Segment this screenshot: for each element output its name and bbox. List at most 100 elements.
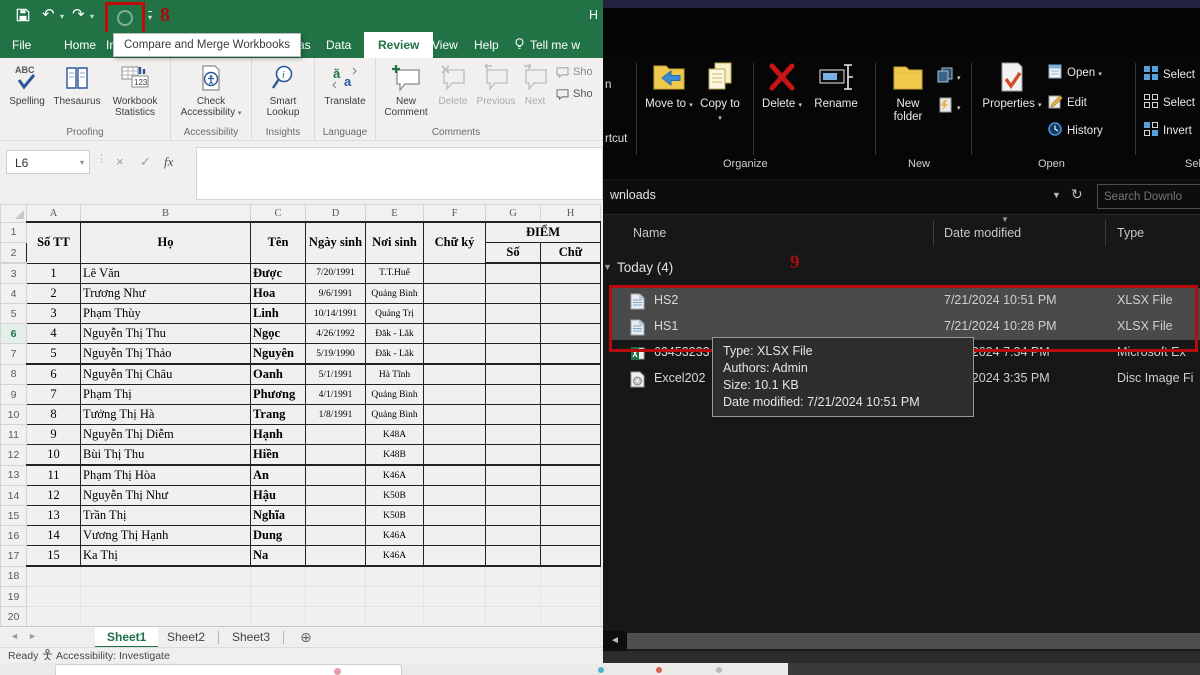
select-none-button[interactable]: Select — [1143, 93, 1195, 111]
new-item-button[interactable]: ▾ — [937, 97, 961, 117]
sheet-cell[interactable] — [486, 566, 541, 587]
tab-sheet2[interactable]: Sheet2 — [155, 627, 217, 648]
sheet-cell[interactable]: Nguyễn Thị Thảo — [81, 344, 251, 365]
select-all-button[interactable]: Select — [1143, 65, 1195, 83]
column-divider[interactable] — [1105, 220, 1106, 246]
sheet-cell[interactable] — [424, 566, 486, 587]
sheet-cell[interactable]: 10 — [27, 445, 81, 466]
sheet-cell[interactable] — [541, 526, 601, 546]
header-chu[interactable]: Chữ — [541, 243, 601, 264]
sheet-cell[interactable]: Ka Thị — [81, 546, 251, 567]
sheet-cell[interactable] — [27, 587, 81, 607]
sheet-cell[interactable] — [306, 486, 366, 506]
column-name[interactable]: Name — [633, 226, 666, 240]
sheet-cell[interactable]: Hậu — [251, 486, 306, 506]
header-so[interactable]: Số — [486, 243, 541, 264]
file-row[interactable]: HS27/21/2024 10:51 PMXLSX File — [612, 288, 1200, 314]
thesaurus-button[interactable]: Thesaurus — [52, 62, 102, 107]
sheet-cell[interactable]: 7 — [27, 385, 81, 405]
sheet-cell[interactable] — [306, 445, 366, 466]
row-number[interactable]: 8 — [1, 364, 27, 385]
select-all-corner[interactable] — [1, 205, 27, 223]
sheet-cell[interactable] — [81, 566, 251, 587]
row-number[interactable]: 14 — [1, 486, 27, 506]
sheet-cell[interactable] — [486, 607, 541, 627]
sheet-cell[interactable] — [486, 506, 541, 526]
sheet-cell[interactable] — [486, 405, 541, 425]
col-D[interactable]: D — [306, 205, 366, 223]
sheet-cell[interactable] — [486, 385, 541, 405]
sheet-cell[interactable] — [424, 465, 486, 486]
sheet-cell[interactable] — [541, 304, 601, 324]
col-F[interactable]: F — [424, 205, 486, 223]
sheet-cell[interactable]: 5 — [27, 344, 81, 365]
sheet-cell[interactable]: An — [251, 465, 306, 486]
file-name[interactable]: 63453233 — [654, 345, 710, 359]
sheet-cell[interactable] — [306, 465, 366, 486]
sheet-cell[interactable]: K48B — [366, 445, 424, 466]
sheet-cell[interactable] — [541, 445, 601, 466]
sheet-cell[interactable]: Đăk - Lăk — [366, 324, 424, 344]
sheet-cell[interactable] — [251, 587, 306, 607]
sheet-cell[interactable] — [81, 587, 251, 607]
next-comment-button[interactable]: Next — [518, 62, 552, 107]
sheet-cell[interactable]: Nguyễn Thị Châu — [81, 364, 251, 385]
sheet-cell[interactable]: Dung — [251, 526, 306, 546]
sheet-cell[interactable] — [541, 324, 601, 344]
sheet-cell[interactable]: 8 — [27, 405, 81, 425]
sheet-cell[interactable] — [486, 486, 541, 506]
address-path[interactable]: wnloads — [610, 188, 656, 202]
sheet-cell[interactable]: 11 — [27, 465, 81, 486]
sheet-cell[interactable]: Nguyễn Thị Diễm — [81, 425, 251, 445]
sheet-cell[interactable]: 13 — [27, 506, 81, 526]
sheet-cell[interactable]: Nghĩa — [251, 506, 306, 526]
tab-review[interactable]: Review — [364, 32, 433, 58]
sheet-cell[interactable]: 4 — [27, 324, 81, 344]
sheet-cell[interactable]: Trần Thị — [81, 506, 251, 526]
group-collapse-icon[interactable]: ▼ — [603, 262, 612, 272]
sheet-cell[interactable]: 9/6/1991 — [306, 284, 366, 304]
col-G[interactable]: G — [486, 205, 541, 223]
header-ngay-sinh[interactable]: Ngày sinh — [306, 222, 366, 263]
scrollbar-thumb[interactable] — [627, 633, 1200, 649]
sheet-cell[interactable] — [424, 506, 486, 526]
sheet-cell[interactable] — [424, 344, 486, 365]
redo-icon[interactable]: ↷ — [72, 7, 85, 22]
sheet-cell[interactable]: Quảng Bình — [366, 405, 424, 425]
row-number[interactable]: 6 — [1, 324, 27, 344]
col-B[interactable]: B — [81, 205, 251, 223]
row-number[interactable]: 4 — [1, 284, 27, 304]
sheet-cell[interactable]: Nguyễn Thị Thu — [81, 324, 251, 344]
sheet-cell[interactable]: 1/8/1991 — [306, 405, 366, 425]
sheet-cell[interactable] — [424, 607, 486, 627]
sheet-cell[interactable] — [27, 566, 81, 587]
sheet-cell[interactable] — [541, 263, 601, 284]
sheet-cell[interactable]: 5/19/1990 — [306, 344, 366, 365]
tab-tell-me[interactable]: Tell me w — [530, 32, 580, 58]
sheet-cell[interactable]: T.T.Huế — [366, 263, 424, 284]
undo-caret-icon[interactable]: ▾ — [60, 12, 64, 21]
sheet-cell[interactable] — [306, 506, 366, 526]
sheet-cell[interactable] — [366, 587, 424, 607]
sheet-cell[interactable]: 9 — [27, 425, 81, 445]
sheet-cell[interactable]: 3 — [27, 304, 81, 324]
sheet-cell[interactable] — [306, 607, 366, 627]
file-name[interactable]: HS1 — [654, 319, 678, 333]
sheet-cell[interactable] — [486, 263, 541, 284]
col-H[interactable]: H — [541, 205, 601, 223]
previous-comment-button[interactable]: Previous — [474, 62, 518, 107]
sheet-cell[interactable]: Lê Văn — [81, 263, 251, 284]
row-number[interactable]: 19 — [1, 587, 27, 607]
sheet-cell[interactable]: 12 — [27, 486, 81, 506]
sheet-cell[interactable] — [424, 526, 486, 546]
redo-caret-icon[interactable]: ▾ — [90, 12, 94, 21]
sheet-cell[interactable]: Phạm Thị Hòa — [81, 465, 251, 486]
sheet-cell[interactable]: Hoa — [251, 284, 306, 304]
move-to-button[interactable]: Move to ▾ — [645, 59, 693, 112]
row-number[interactable]: 17 — [1, 546, 27, 567]
header-stt[interactable]: Số TT — [27, 222, 81, 263]
sheet-cell[interactable]: K48A — [366, 425, 424, 445]
sheet-cell[interactable] — [306, 546, 366, 567]
file-name[interactable]: HS2 — [654, 293, 678, 307]
sheet-cell[interactable]: 14 — [27, 526, 81, 546]
